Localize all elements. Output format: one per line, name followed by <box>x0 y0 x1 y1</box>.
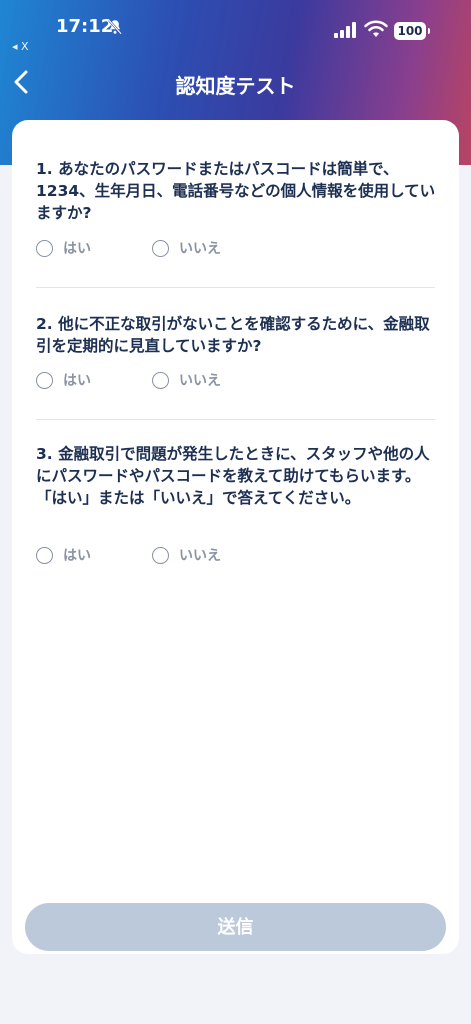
option-label: いいえ <box>179 241 221 257</box>
radio-icon[interactable] <box>152 239 169 257</box>
status-time: 17:12 <box>56 16 114 37</box>
question-2-text: 2. 他に不正な取引がないことを確認するために、金融取引を定期的に見直しています… <box>36 315 430 355</box>
question-1-option-yes[interactable]: はい <box>36 236 91 260</box>
question-2-options: はい いいえ <box>36 368 436 392</box>
back-to-app-link[interactable]: ◂ X <box>12 40 29 53</box>
question-2-option-yes[interactable]: はい <box>36 368 91 392</box>
divider <box>36 287 435 288</box>
option-label: はい <box>63 548 91 564</box>
question-2-option-no[interactable]: いいえ <box>152 368 221 392</box>
question-3-options: はい いいえ <box>36 543 436 567</box>
question-1-options: はい いいえ <box>36 236 436 260</box>
bell-off-icon <box>108 19 122 35</box>
question-3-option-no[interactable]: いいえ <box>152 543 221 567</box>
cellular-signal-icon <box>334 22 356 38</box>
question-1-text: 1. あなたのパスワードまたはパスコードは簡単で、1234、生年月日、電話番号な… <box>36 160 436 222</box>
question-3-option-yes[interactable]: はい <box>36 543 91 567</box>
status-bar: 17:12 ◂ X 100 <box>0 0 471 56</box>
battery-icon: 100 <box>394 22 430 40</box>
option-label: はい <box>63 373 91 389</box>
option-label: はい <box>63 241 91 257</box>
radio-icon[interactable] <box>36 546 53 564</box>
radio-icon[interactable] <box>36 371 53 389</box>
radio-icon[interactable] <box>36 239 53 257</box>
option-label: いいえ <box>179 373 221 389</box>
radio-icon[interactable] <box>152 371 169 389</box>
page-title: 認知度テスト <box>175 74 296 98</box>
screen: 17:12 ◂ X 100 認知度テスト 1. あなたのパスワードまたはパスコー… <box>0 0 471 1024</box>
wifi-icon <box>364 20 388 37</box>
radio-icon[interactable] <box>152 546 169 564</box>
question-3-text: 3. 金融取引で問題が発生したときに、スタッフや他の人にパスワードやパスコードを… <box>36 445 430 507</box>
quiz-card: 1. あなたのパスワードまたはパスコードは簡単で、1234、生年月日、電話番号な… <box>12 120 459 954</box>
question-1-option-no[interactable]: いいえ <box>152 236 221 260</box>
divider <box>36 419 435 420</box>
option-label: いいえ <box>179 548 221 564</box>
submit-button[interactable]: 送信 <box>25 903 446 951</box>
